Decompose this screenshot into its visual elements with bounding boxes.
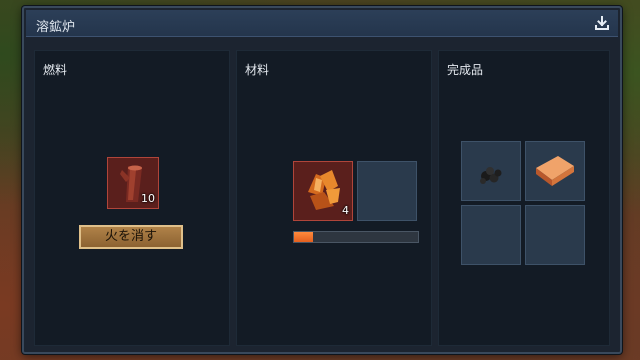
copper-ingot-icon (536, 156, 574, 186)
fuel-panel: 燃料 10 火を消す (34, 50, 230, 346)
output-slot-4[interactable] (525, 205, 585, 265)
coal-icon (480, 167, 502, 184)
fuel-slot[interactable]: 10 (107, 157, 159, 209)
window-titlebar: 溶鉱炉 (26, 10, 618, 37)
furnace-window: 溶鉱炉 燃料 10 火を消す 材料 4 完成品 (22, 6, 622, 354)
fuel-quantity: 10 (141, 192, 155, 205)
material-header: 材料 (245, 63, 270, 77)
fuel-header: 燃料 (43, 63, 68, 77)
output-slot-1[interactable] (461, 141, 521, 201)
smelt-progress-bar (293, 231, 419, 243)
download-icon[interactable] (594, 15, 610, 31)
output-slot-3[interactable] (461, 205, 521, 265)
output-panel: 完成品 (438, 50, 610, 346)
material-panel: 材料 4 (236, 50, 432, 346)
material-slot-1[interactable]: 4 (293, 161, 353, 221)
smelt-progress-fill (294, 232, 313, 242)
output-header: 完成品 (447, 63, 484, 77)
extinguish-button[interactable]: 火を消す (79, 225, 183, 249)
output-slot-2[interactable] (525, 141, 585, 201)
material-slot-2[interactable] (357, 161, 417, 221)
material-quantity: 4 (342, 204, 349, 217)
window-title: 溶鉱炉 (36, 20, 76, 35)
